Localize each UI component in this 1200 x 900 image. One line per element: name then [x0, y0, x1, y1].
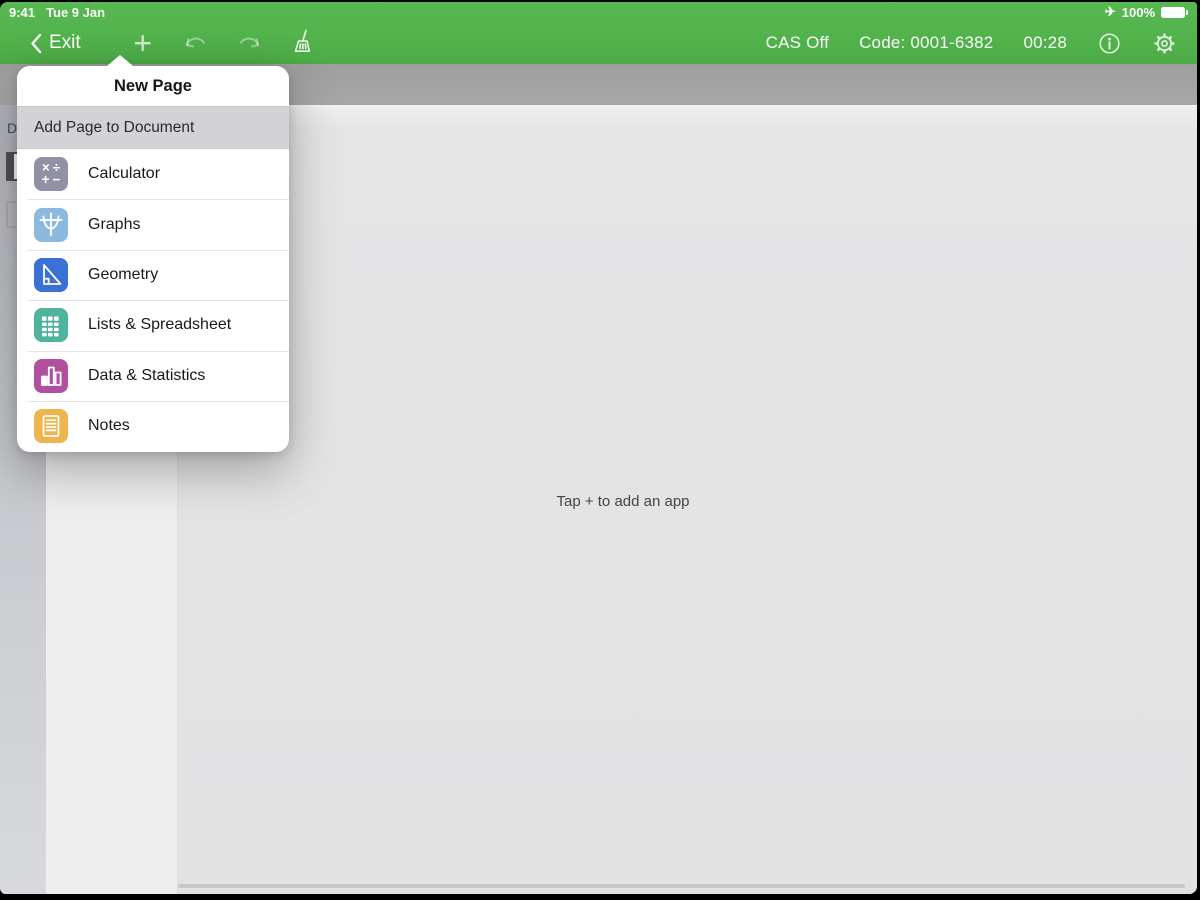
graphs-icon [34, 208, 68, 242]
app-item-geometry[interactable]: Geometry [17, 250, 289, 300]
airplane-mode-icon: ✈ [1105, 4, 1116, 20]
settings-button[interactable] [1152, 31, 1177, 56]
info-icon [1097, 31, 1122, 56]
notes-icon [34, 409, 68, 443]
session-code: Code: 0001-6382 [859, 33, 993, 53]
app-item-notes[interactable]: Notes [17, 401, 289, 451]
app-item-label: Lists & Spreadsheet [88, 316, 231, 334]
redo-icon [236, 30, 262, 57]
exit-label: Exit [49, 32, 81, 54]
app-item-label: Geometry [88, 266, 158, 284]
popover-arrow [107, 55, 133, 66]
clear-scratchpad-button[interactable] [282, 28, 322, 59]
exit-button[interactable]: Exit [30, 32, 81, 54]
app-item-graphs[interactable]: Graphs [17, 199, 289, 249]
battery-icon [1161, 7, 1185, 18]
empty-page-hint: Tap + to add an app [556, 493, 689, 510]
popover-section-header: Add Page to Document [17, 106, 289, 149]
app-item-label: Calculator [88, 165, 160, 183]
session-timer: 00:28 [1023, 33, 1067, 53]
status-date: Tue 9 Jan [46, 5, 105, 20]
main-toolbar: Exit + [0, 22, 1197, 64]
status-bar: 9:41 Tue 9 Jan ✈ 100% [0, 2, 1197, 22]
data-statistics-icon [34, 359, 68, 393]
app-item-calculator[interactable]: ×÷ +− Calculator [17, 149, 289, 199]
info-button[interactable] [1097, 31, 1122, 56]
battery-percent: 100% [1122, 5, 1155, 20]
gear-icon [1152, 31, 1177, 56]
app-item-data-statistics[interactable]: Data & Statistics [17, 351, 289, 401]
app-item-lists-spreadsheet[interactable]: Lists & Spreadsheet [17, 300, 289, 350]
app-item-label: Data & Statistics [88, 367, 205, 385]
new-page-popover: New Page Add Page to Document ×÷ +− Calc… [17, 66, 289, 452]
document-name-partial: D [7, 120, 17, 136]
app-item-label: Graphs [88, 216, 140, 234]
chevron-left-icon [30, 33, 42, 54]
undo-button[interactable] [176, 30, 216, 57]
status-time: 9:41 [9, 5, 35, 20]
horizontal-scrollbar[interactable] [178, 884, 1185, 888]
cas-toggle[interactable]: CAS Off [766, 33, 829, 53]
lists-spreadsheet-icon [34, 308, 68, 342]
popover-title: New Page [17, 66, 289, 106]
broom-icon [289, 28, 315, 59]
geometry-icon [34, 258, 68, 292]
app-list: ×÷ +− Calculator Graphs Geometry [17, 149, 289, 451]
redo-button[interactable] [229, 30, 269, 57]
app-screen: 9:41 Tue 9 Jan ✈ 100% Exit + [0, 2, 1197, 894]
undo-icon [183, 30, 209, 57]
green-header: 9:41 Tue 9 Jan ✈ 100% Exit + [0, 2, 1197, 64]
app-item-label: Notes [88, 417, 130, 435]
calculator-icon: ×÷ +− [34, 157, 68, 191]
